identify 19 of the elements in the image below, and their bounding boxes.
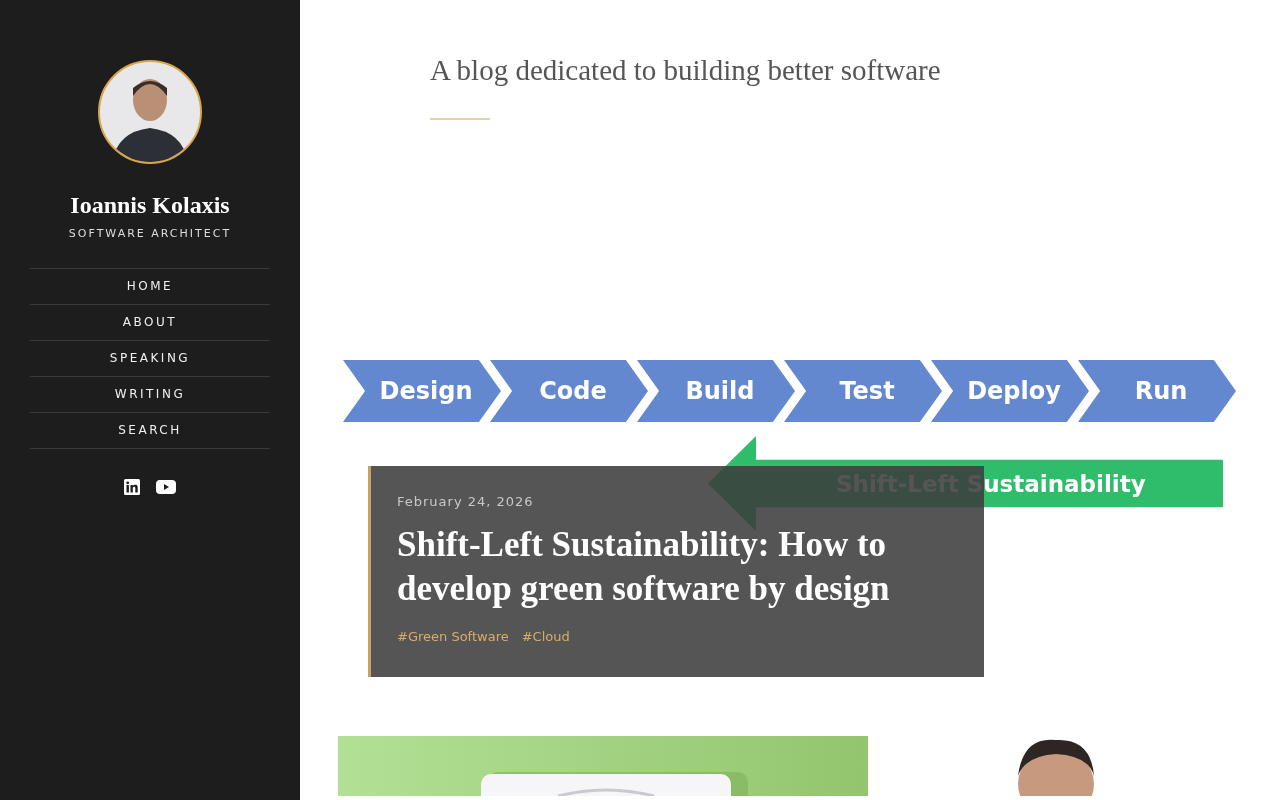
tag-link[interactable]: #Green Software (397, 629, 509, 644)
nav-link[interactable]: HOME (30, 269, 270, 305)
blog-tagline: A blog dedicated to building better software (430, 54, 942, 87)
process-step: Build (637, 360, 795, 422)
linkedin-icon[interactable] (124, 479, 140, 495)
youtube-icon[interactable] (156, 480, 176, 494)
nav-link[interactable]: WRITING (30, 377, 270, 413)
post-date: February 24, 2026 (397, 494, 535, 509)
nav-link[interactable]: ABOUT (30, 305, 270, 341)
nav-link[interactable]: SPEAKING (30, 341, 270, 377)
tag-link[interactable]: #Cloud (521, 629, 570, 644)
process-step: Design (343, 360, 501, 422)
process-step: Code (490, 360, 648, 422)
author-role: SOFTWARE ARCHITECT (68, 227, 232, 240)
process-step: Run (1078, 360, 1236, 422)
process-step: Deploy (931, 360, 1089, 422)
author-name: Ioannis Kolaxis (70, 192, 230, 219)
nav-link[interactable]: SEARCH (30, 413, 270, 449)
process-step: Test (784, 360, 942, 422)
